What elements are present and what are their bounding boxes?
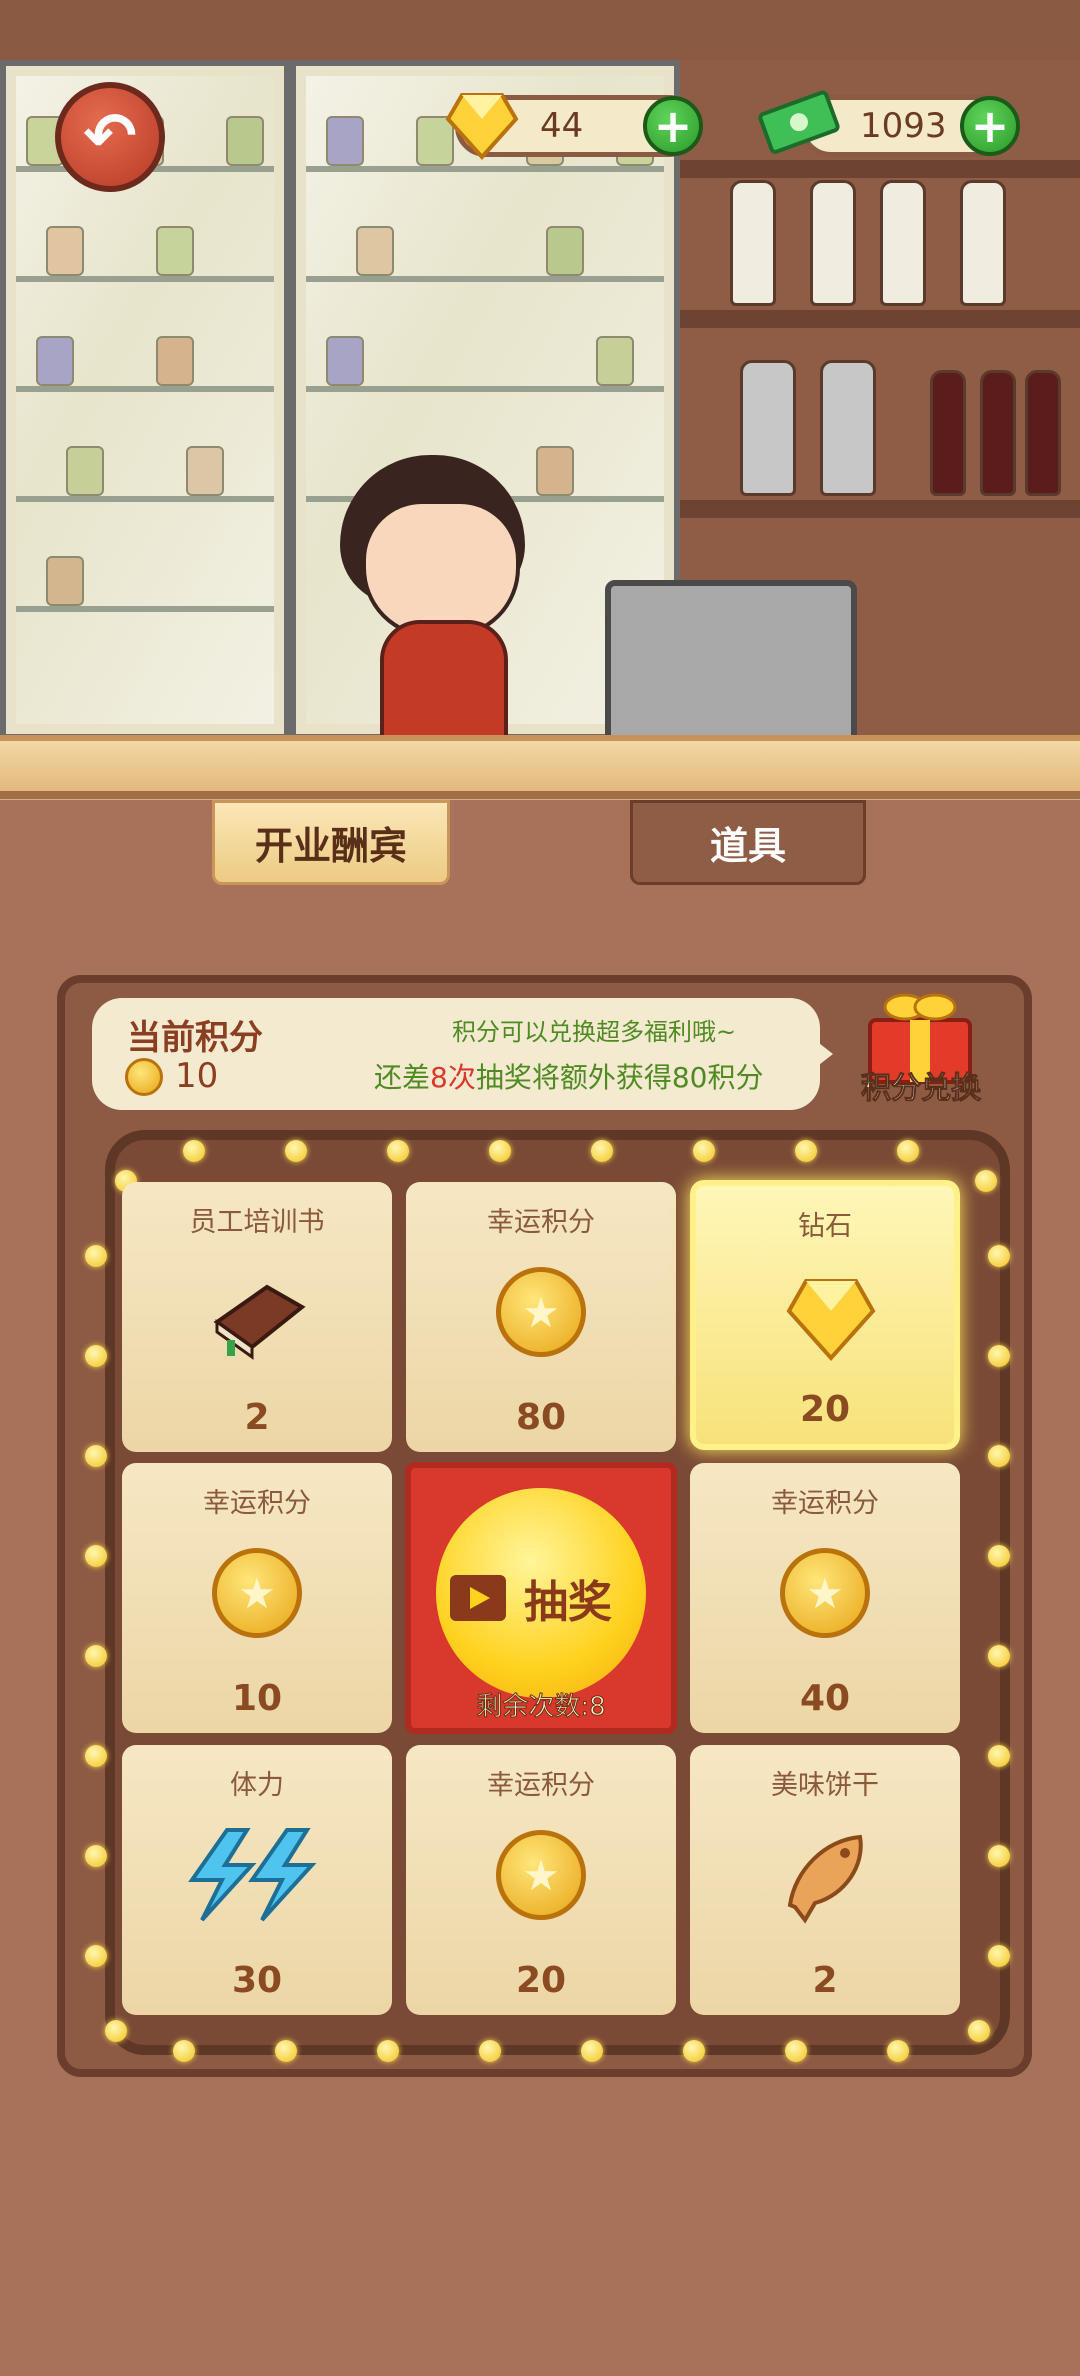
prize-title: 钻石: [798, 1211, 852, 1242]
fish-cookie-icon: [787, 1834, 863, 1924]
coin-icon: ★: [496, 1830, 586, 1920]
tab-opening-promotion[interactable]: 开业酬宾: [212, 800, 450, 885]
draw-bonus-hint: 还差8次抽奖将额外获得80积分: [374, 1056, 763, 1096]
points-exchange-button[interactable]: 积分兑换: [850, 985, 990, 1107]
tab-label: 开业酬宾: [254, 824, 407, 868]
store-counter: [0, 735, 1080, 799]
video-icon: [450, 1575, 506, 1621]
points-hint: 积分可以兑换超多福利哦~: [452, 1018, 737, 1046]
coin-icon: ★: [212, 1548, 302, 1638]
prize-title: 幸运积分: [771, 1488, 879, 1519]
wall-band: [0, 0, 1080, 66]
coin-icon: ★: [496, 1267, 586, 1357]
prize-cell: 幸运积分 ★ 10: [122, 1463, 392, 1733]
prize-cell: 幸运积分 ★ 80: [406, 1182, 676, 1452]
prize-value: 2: [244, 1397, 270, 1438]
diamond-icon: [445, 93, 519, 160]
draw-label: 抽奖: [524, 1577, 612, 1628]
prize-value: 80: [515, 1397, 567, 1438]
diamond-count: 44: [540, 106, 584, 146]
hint-count: 8次: [430, 1061, 476, 1094]
draw-button[interactable]: 抽奖 剩余次数:8: [405, 1462, 677, 1734]
coin-icon: ★: [780, 1548, 870, 1638]
cash-register: [605, 580, 857, 752]
cash-count: 1093: [860, 106, 947, 146]
current-points-label: 当前积分: [127, 1018, 263, 1058]
prize-value: 30: [231, 1960, 283, 2001]
prize-title: 员工培训书: [189, 1207, 325, 1238]
tab-label: 道具: [709, 824, 786, 868]
prize-cell: 员工培训书 2: [122, 1182, 392, 1452]
prize-value: 40: [799, 1678, 851, 1719]
prize-value: 2: [812, 1960, 838, 2001]
prize-value: 10: [231, 1678, 283, 1719]
back-button[interactable]: ↶: [55, 82, 165, 192]
prize-title: 体力: [230, 1770, 284, 1801]
points-coin-icon: [125, 1058, 163, 1096]
points-info: 当前积分 10 积分可以兑换超多福利哦~ 还差8次抽奖将额外获得80积分: [92, 998, 820, 1110]
hint-prefix: 还差: [374, 1061, 431, 1094]
prize-cell-highlighted: 钻石 20: [690, 1180, 960, 1450]
current-points-value: 10: [175, 1056, 219, 1096]
diamond-icon: [786, 1279, 876, 1362]
prize-value: 20: [799, 1389, 851, 1430]
cash-icon: [758, 90, 840, 154]
prize-value: 20: [515, 1960, 567, 2001]
tab-items[interactable]: 道具: [630, 800, 866, 885]
prize-title: 幸运积分: [203, 1488, 311, 1519]
prize-title: 幸运积分: [487, 1207, 595, 1238]
prize-cell: 幸运积分 ★ 20: [406, 1745, 676, 2015]
lightning-icon: [188, 1828, 317, 1922]
draw-ball: 抽奖: [436, 1488, 646, 1698]
shopkeeper-face: [362, 500, 520, 638]
prize-title: 幸运积分: [487, 1770, 595, 1801]
prize-cell: 体力 30: [122, 1745, 392, 2015]
shopkeeper-dress: [380, 620, 508, 748]
add-cash-button[interactable]: +: [960, 96, 1020, 156]
prize-cell: 幸运积分 ★ 40: [690, 1463, 960, 1733]
bubble-tail: [815, 1040, 833, 1068]
add-diamonds-button[interactable]: +: [643, 96, 703, 156]
hint-suffix: 抽奖将额外获得80积分: [475, 1061, 764, 1094]
points-exchange-label: 积分兑换: [861, 1071, 982, 1107]
back-arrow-icon: ↶: [83, 100, 137, 174]
book-icon: [213, 1284, 306, 1360]
prize-title: 美味饼干: [771, 1770, 879, 1801]
prize-cell: 美味饼干 2: [690, 1745, 960, 2015]
remaining-draws: 剩余次数:8: [476, 1692, 606, 1723]
